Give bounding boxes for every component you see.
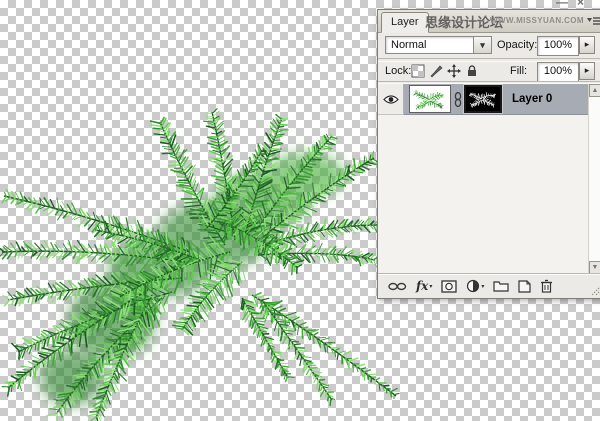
dill-plant-image: [0, 0, 410, 421]
scroll-up-icon[interactable]: ▲: [589, 84, 600, 97]
blend-mode-value: Normal: [391, 39, 426, 51]
layer-list: Layer 0 ▲ ▼: [378, 83, 600, 274]
lock-all-icon[interactable]: [465, 64, 479, 78]
blend-mode-dropdown[interactable]: Normal ▾: [385, 36, 492, 54]
fill-input[interactable]: 100%: [537, 62, 579, 82]
photoshop-workspace: { "window": { "minimize_icon": "—", "clo…: [0, 0, 600, 421]
palette-footer: fx▾ ▾: [378, 273, 600, 298]
close-icon[interactable]: ×: [577, 0, 593, 9]
chevron-down-icon[interactable]: ▾: [473, 37, 491, 53]
lock-position-icon[interactable]: [447, 64, 461, 78]
minimize-icon[interactable]: —: [556, 0, 577, 9]
fill-slider-arrow-icon[interactable]: ▸: [579, 62, 595, 80]
opacity-slider-arrow-icon[interactable]: ▸: [579, 36, 595, 54]
watermark-url-text: WWW.MISSYUAN.COM: [490, 16, 584, 25]
add-layer-mask-icon[interactable]: [441, 280, 457, 293]
new-layer-icon[interactable]: [518, 280, 531, 293]
lock-transparency-icon[interactable]: [411, 64, 425, 78]
layer-mask-thumbnail[interactable]: [464, 85, 502, 113]
fill-label: Fill:: [510, 65, 527, 77]
lock-fill-row: Lock: Fill: 100% ▸: [378, 60, 600, 83]
new-group-icon[interactable]: [493, 280, 509, 292]
layers-palette: Layer 思缘设计论坛 WWW.MISSYUAN.COM Normal ▾ O…: [377, 9, 600, 299]
opacity-input[interactable]: 100%: [537, 36, 579, 56]
selected-layer-row[interactable]: Layer 0: [404, 84, 590, 115]
layer-thumbnail[interactable]: [409, 85, 451, 113]
lock-pixels-brush-icon[interactable]: [429, 64, 443, 78]
opacity-label: Opacity:: [497, 39, 537, 51]
tab-layers[interactable]: Layer: [381, 12, 429, 33]
blend-opacity-row: Normal ▾ Opacity: 100% ▸: [378, 33, 600, 58]
window-controls: —×: [556, 0, 593, 9]
delete-layer-trash-icon[interactable]: [540, 279, 553, 293]
layer-style-icon[interactable]: fx▾: [416, 281, 432, 291]
adjustment-layer-icon[interactable]: ▾: [466, 279, 484, 293]
lock-label: Lock:: [385, 65, 411, 77]
palette-tab-bar: Layer 思缘设计论坛 WWW.MISSYUAN.COM: [378, 10, 600, 33]
eye-icon[interactable]: [383, 94, 399, 105]
layer-name[interactable]: Layer 0: [512, 93, 552, 105]
link-layers-icon[interactable]: [388, 282, 407, 291]
layer-row[interactable]: Layer 0: [378, 84, 590, 115]
resize-grip-icon[interactable]: [590, 284, 600, 296]
mask-link-icon[interactable]: [451, 92, 464, 107]
palette-menu-icon[interactable]: [586, 15, 600, 27]
visibility-cell[interactable]: [378, 84, 404, 115]
layer-list-scrollbar[interactable]: ▲ ▼: [588, 84, 600, 274]
